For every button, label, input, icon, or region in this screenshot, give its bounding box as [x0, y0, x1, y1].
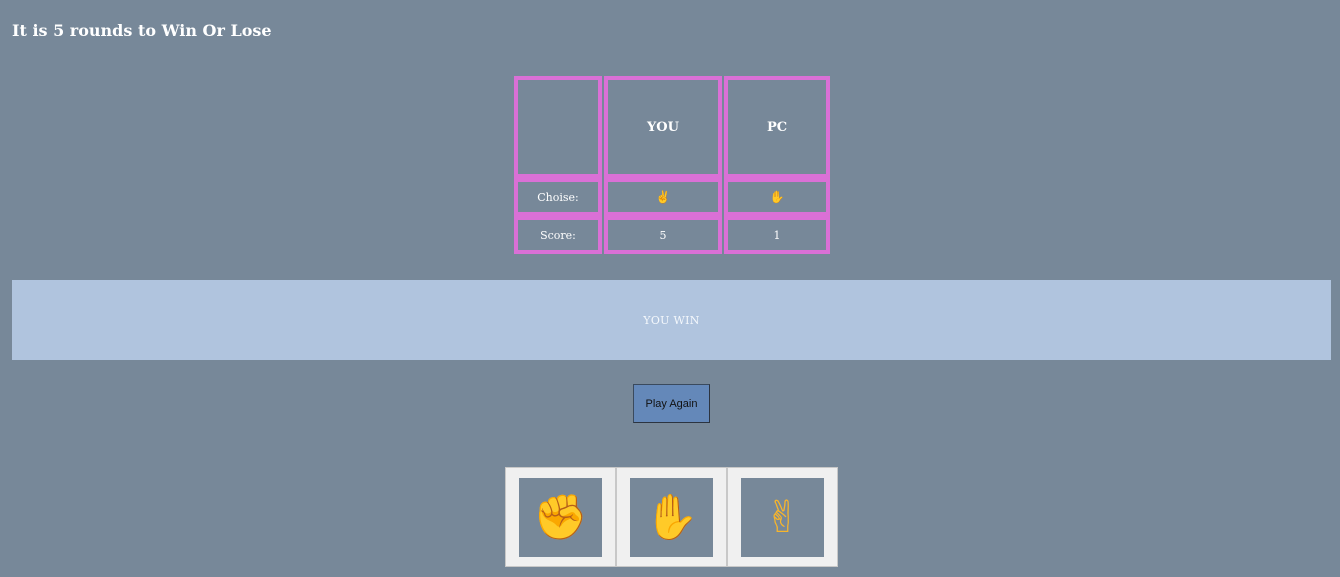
scoreboard-corner-cell [514, 76, 602, 178]
score-row: Score: 5 1 [514, 216, 830, 254]
scoreboard-header-row: YOU PC [514, 76, 830, 178]
scissors-button[interactable]: ✌ [727, 467, 838, 567]
victory-hand-icon: ✌ [764, 491, 801, 543]
play-again-button[interactable]: Play Again [633, 384, 710, 423]
pc-choice-cell: ✋ [724, 178, 830, 216]
pc-column-header: PC [724, 76, 830, 178]
raised-hand-icon: ✋ [769, 189, 785, 204]
you-choice-cell: ✌ [604, 178, 722, 216]
victory-hand-icon: ✌ [655, 189, 671, 204]
raised-hand-icon: ✋ [644, 491, 699, 543]
pc-score: 1 [724, 216, 830, 254]
choice-row: Choise: ✌ ✋ [514, 178, 830, 216]
raised-fist-icon: ✊ [533, 491, 588, 543]
you-score: 5 [604, 216, 722, 254]
page-title: It is 5 rounds to Win Or Lose [12, 21, 272, 40]
scoreboard-table: YOU PC Choise: ✌ ✋ Score: 5 1 [514, 76, 830, 254]
choice-row-label: Choise: [514, 178, 602, 216]
score-row-label: Score: [514, 216, 602, 254]
paper-button[interactable]: ✋ [616, 467, 727, 567]
result-message: YOU WIN [643, 313, 700, 327]
rock-button[interactable]: ✊ [505, 467, 616, 567]
you-column-header: YOU [604, 76, 722, 178]
choice-buttons: ✊ ✋ ✌ [505, 467, 838, 567]
result-banner: YOU WIN [12, 280, 1331, 360]
